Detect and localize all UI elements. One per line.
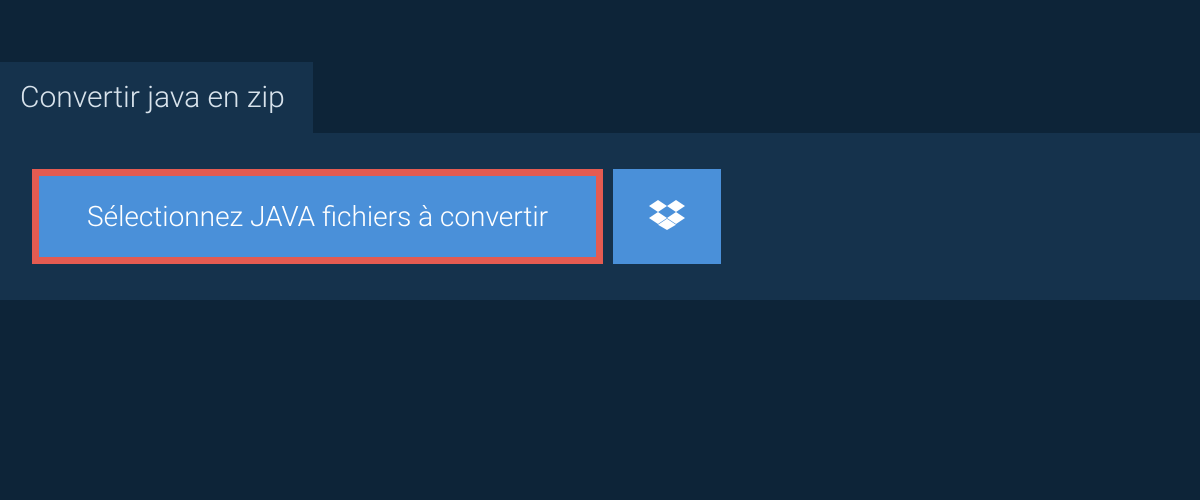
dropbox-icon (649, 197, 685, 236)
dropbox-button[interactable] (613, 169, 721, 264)
tab-bar: Convertir java en zip (0, 0, 1200, 133)
select-files-label: Sélectionnez JAVA fichiers à convertir (87, 200, 548, 233)
tab-title: Convertir java en zip (20, 80, 285, 115)
select-files-button[interactable]: Sélectionnez JAVA fichiers à convertir (32, 169, 603, 264)
tab-convert[interactable]: Convertir java en zip (0, 62, 313, 133)
actions-row: Sélectionnez JAVA fichiers à convertir (32, 169, 1168, 264)
converter-panel: Sélectionnez JAVA fichiers à convertir (0, 133, 1200, 300)
